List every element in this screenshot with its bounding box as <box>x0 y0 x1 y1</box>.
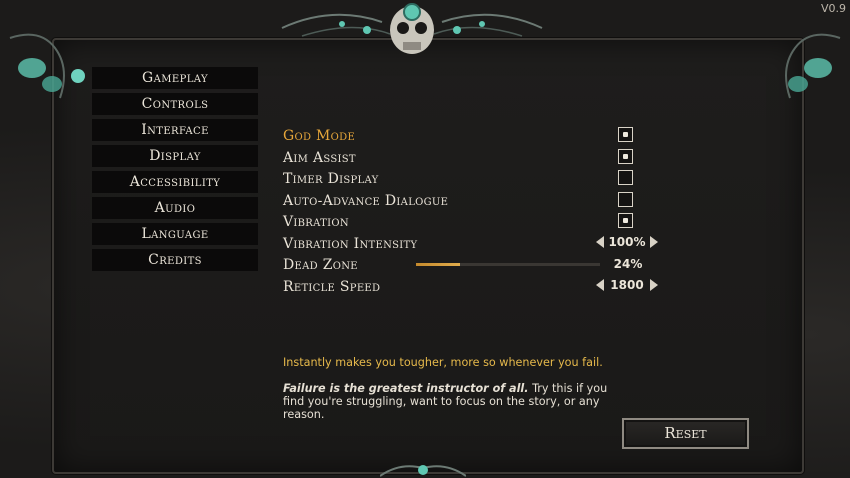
reticle-speed-stepper[interactable]: 1800 <box>596 278 658 294</box>
stepper-value: 1800 <box>610 277 644 292</box>
arrow-right-icon[interactable] <box>650 278 658 291</box>
setting-vibration-intensity[interactable]: Vibration Intensity 100% <box>283 234 663 256</box>
arrow-left-icon[interactable] <box>596 235 604 248</box>
stepper-value: 100% <box>608 234 646 249</box>
timer-display-checkbox[interactable] <box>618 170 633 185</box>
setting-label: Timer Display <box>283 171 379 187</box>
setting-description: Instantly makes you tougher, more so whe… <box>283 356 603 369</box>
menu-item-gameplay[interactable]: Gameplay <box>92 67 258 89</box>
setting-reticle-speed[interactable]: Reticle Speed 1800 <box>283 277 663 299</box>
arrow-right-icon[interactable] <box>650 235 658 248</box>
setting-vibration[interactable]: Vibration <box>283 212 663 234</box>
setting-auto-advance-dialogue[interactable]: Auto-Advance Dialogue <box>283 191 663 213</box>
dead-zone-slider[interactable] <box>416 263 600 266</box>
aim-assist-checkbox[interactable] <box>618 148 633 164</box>
setting-dead-zone[interactable]: Dead Zone 24% <box>283 255 663 277</box>
setting-label: Auto-Advance Dialogue <box>283 192 449 209</box>
setting-god-mode[interactable]: God Mode <box>283 126 663 148</box>
setting-label: Reticle Speed <box>283 278 381 295</box>
vibration-checkbox[interactable] <box>618 213 633 228</box>
menu-item-audio[interactable]: Audio <box>92 197 258 219</box>
slider-value: 24% <box>613 257 643 271</box>
menu-item-display[interactable]: Display <box>92 145 258 167</box>
setting-label: God Mode <box>283 128 356 144</box>
setting-aim-assist[interactable]: Aim Assist <box>283 148 663 170</box>
arrow-left-icon[interactable] <box>596 278 604 291</box>
settings-list: God Mode Aim Assist Timer Display Auto-A… <box>283 126 663 298</box>
auto-advance-checkbox[interactable] <box>618 191 633 207</box>
slider-fill <box>416 263 461 266</box>
settings-menu: Gameplay Controls Interface Display Acce… <box>92 67 258 275</box>
menu-item-language[interactable]: Language <box>92 223 258 245</box>
setting-label: Vibration <box>283 214 349 230</box>
moth-ornament-icon <box>785 33 841 99</box>
bottom-ornament-icon <box>380 465 466 477</box>
check-mark-icon <box>623 218 628 223</box>
menu-item-credits[interactable]: Credits <box>92 249 258 271</box>
vibration-intensity-stepper[interactable]: 100% <box>596 235 658 251</box>
god-mode-checkbox[interactable] <box>618 127 633 142</box>
setting-label: Dead Zone <box>283 257 358 273</box>
check-mark-icon <box>623 153 628 159</box>
flavor-bold: Failure is the greatest instructor of al… <box>283 382 529 395</box>
reset-button[interactable]: Reset <box>622 418 749 449</box>
skull-ornament-icon <box>281 3 543 54</box>
moth-ornament-icon <box>9 33 85 99</box>
check-mark-icon <box>623 132 628 137</box>
menu-item-controls[interactable]: Controls <box>92 93 258 115</box>
menu-item-interface[interactable]: Interface <box>92 119 258 141</box>
version-label: V0.9 <box>820 2 846 15</box>
setting-flavor-text: Failure is the greatest instructor of al… <box>283 382 613 421</box>
setting-timer-display[interactable]: Timer Display <box>283 169 663 191</box>
setting-label: Aim Assist <box>283 149 356 166</box>
menu-item-accessibility[interactable]: Accessibility <box>92 171 258 193</box>
setting-label: Vibration Intensity <box>283 235 418 252</box>
